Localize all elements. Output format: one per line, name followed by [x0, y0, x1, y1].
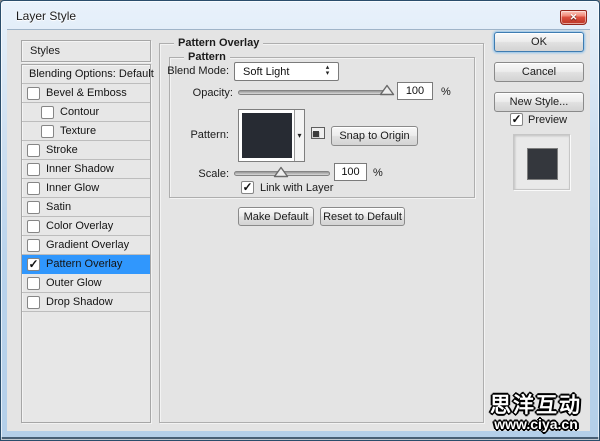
sidebar-item-label: Texture	[60, 125, 96, 137]
new-style-button[interactable]: New Style...	[494, 92, 584, 112]
sidebar-item-contour[interactable]: Contour	[22, 103, 150, 122]
sidebar-item-inner-glow[interactable]: Inner Glow	[22, 179, 150, 198]
sidebar-item-satin[interactable]: Satin	[22, 198, 150, 217]
sidebar-item-color-overlay[interactable]: Color Overlay	[22, 217, 150, 236]
style-checkbox[interactable]	[41, 106, 54, 119]
sidebar-item-inner-shadow[interactable]: Inner Shadow	[22, 160, 150, 179]
sidebar-item-pattern-overlay[interactable]: ✓ Pattern Overlay	[22, 255, 150, 274]
style-checkbox[interactable]	[27, 296, 40, 309]
style-checkbox[interactable]	[27, 182, 40, 195]
style-checkbox[interactable]: ✓	[27, 258, 40, 271]
pattern-group-title: Pattern	[184, 51, 230, 63]
styles-header-label: Styles	[30, 45, 60, 57]
close-icon[interactable]: ✕	[560, 10, 587, 25]
sidebar-item-label: Blending Options: Default	[29, 68, 154, 80]
opacity-label: Opacity:	[159, 87, 233, 99]
styles-list: Blending Options: Default Bevel & Emboss…	[21, 64, 151, 423]
sidebar-item-bevel-emboss[interactable]: Bevel & Emboss	[22, 84, 150, 103]
sidebar-item-label: Bevel & Emboss	[46, 87, 127, 99]
sidebar-item-label: Contour	[60, 106, 99, 118]
style-checkbox[interactable]	[27, 163, 40, 176]
sidebar-item-label: Pattern Overlay	[46, 258, 122, 270]
blend-mode-label: Blend Mode:	[159, 65, 229, 77]
sidebar-item-label: Inner Shadow	[46, 163, 114, 175]
preview-label: Preview	[528, 114, 567, 126]
reset-to-default-button[interactable]: Reset to Default	[320, 207, 405, 226]
opacity-slider-thumb[interactable]	[379, 83, 395, 95]
new-pattern-icon[interactable]	[311, 127, 325, 139]
sidebar-item-outer-glow[interactable]: Outer Glow	[22, 274, 150, 293]
stepper-icon: ▴ ▾	[323, 65, 332, 77]
sidebar-item-label: Outer Glow	[46, 277, 102, 289]
sidebar-item-label: Drop Shadow	[46, 296, 113, 308]
pattern-swatch[interactable]	[242, 113, 292, 158]
pattern-overlay-group-title: Pattern Overlay	[174, 37, 263, 49]
blend-mode-select[interactable]: Soft Light ▴ ▾	[234, 62, 339, 81]
sidebar-item-label: Gradient Overlay	[46, 239, 129, 251]
layer-style-dialog: Layer Style ✕ Styles Blending Options: D…	[0, 0, 600, 441]
snap-to-origin-button[interactable]: Snap to Origin	[331, 126, 418, 146]
ok-button[interactable]: OK	[494, 32, 584, 52]
title-bar[interactable]: Layer Style ✕	[2, 2, 598, 29]
make-default-button[interactable]: Make Default	[238, 207, 314, 226]
preview-checkbox[interactable]: ✓	[510, 113, 523, 126]
pattern-dropdown-arrow-icon[interactable]: ▾	[294, 110, 304, 161]
pattern-label: Pattern:	[159, 129, 229, 141]
styles-header: Styles	[21, 40, 151, 62]
scale-input[interactable]: 100	[334, 163, 367, 181]
style-checkbox[interactable]	[27, 87, 40, 100]
scale-unit: %	[373, 167, 383, 179]
sidebar-item-gradient-overlay[interactable]: Gradient Overlay	[22, 236, 150, 255]
opacity-unit: %	[441, 86, 451, 98]
opacity-slider-track[interactable]	[238, 90, 389, 95]
sidebar-item-label: Satin	[46, 201, 71, 213]
sidebar-item-blending-options-default[interactable]: Blending Options: Default	[22, 65, 150, 84]
opacity-input[interactable]: 100	[397, 82, 433, 100]
link-with-layer-checkbox[interactable]: ✓	[241, 181, 254, 194]
scale-slider-thumb[interactable]	[273, 165, 289, 177]
sidebar-item-label: Color Overlay	[46, 220, 113, 232]
style-preview	[513, 134, 570, 190]
style-checkbox[interactable]	[27, 277, 40, 290]
style-checkbox[interactable]	[27, 220, 40, 233]
style-checkbox[interactable]	[41, 125, 54, 138]
stepper-down-icon: ▾	[323, 71, 332, 77]
sidebar-item-drop-shadow[interactable]: Drop Shadow	[22, 293, 150, 312]
window-title: Layer Style	[16, 9, 76, 23]
style-checkbox[interactable]	[27, 239, 40, 252]
sidebar-item-stroke[interactable]: Stroke	[22, 141, 150, 160]
pattern-picker[interactable]: ▾	[238, 109, 305, 162]
sidebar-item-label: Inner Glow	[46, 182, 99, 194]
sidebar-item-texture[interactable]: Texture	[22, 122, 150, 141]
scale-label: Scale:	[159, 168, 229, 180]
style-checkbox[interactable]	[27, 201, 40, 214]
cancel-button[interactable]: Cancel	[494, 62, 584, 82]
style-preview-swatch	[528, 149, 557, 179]
sidebar-item-label: Stroke	[46, 144, 78, 156]
blend-mode-value: Soft Light	[243, 66, 289, 78]
style-checkbox[interactable]	[27, 144, 40, 157]
link-with-layer-label: Link with Layer	[260, 182, 333, 194]
